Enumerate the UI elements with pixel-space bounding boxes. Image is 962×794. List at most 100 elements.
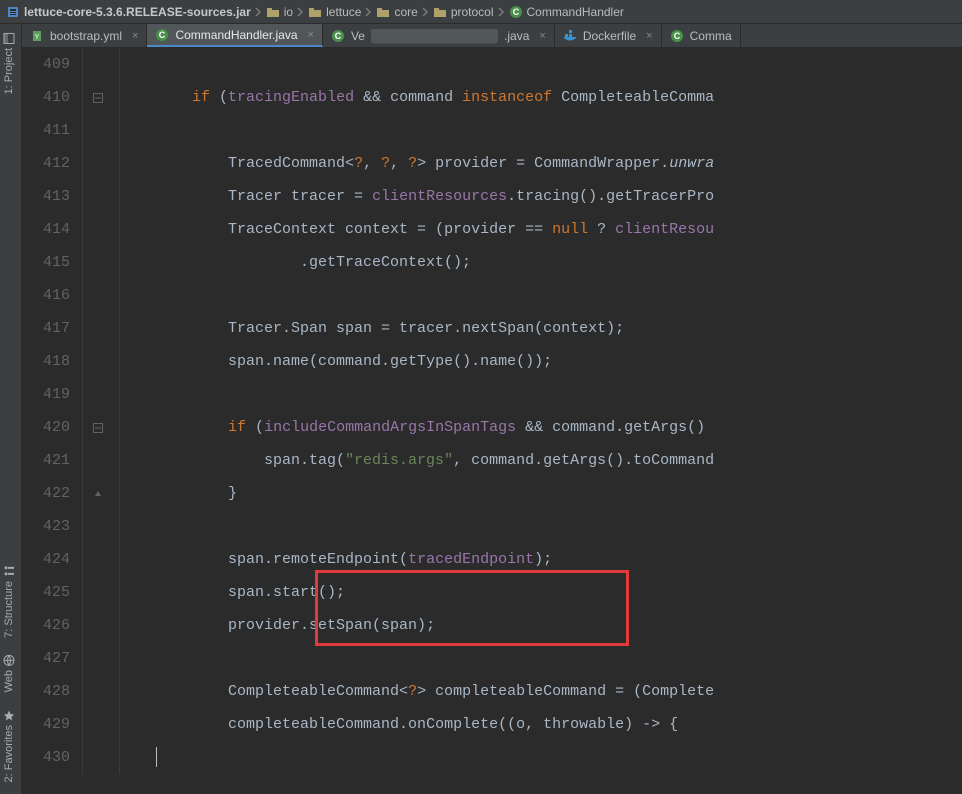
fold-minus-icon[interactable] <box>93 423 103 433</box>
line-number: 429 <box>22 708 82 741</box>
code-line[interactable]: 423 <box>22 510 962 543</box>
text-caret <box>156 747 157 767</box>
project-icon <box>3 32 15 44</box>
code-text: if (tracingEnabled && command instanceof… <box>120 81 714 114</box>
code-line[interactable]: 411 <box>22 114 962 147</box>
code-line[interactable]: 427 <box>22 642 962 675</box>
obscured-text: ██████████████ <box>371 29 498 43</box>
code-line[interactable]: 418 span.name(command.getType().name()); <box>22 345 962 378</box>
fold-gutter[interactable] <box>83 489 113 499</box>
code-line[interactable]: 426 provider.setSpan(span); <box>22 609 962 642</box>
line-number: 427 <box>22 642 82 675</box>
side-tool-structure[interactable]: 7: Structure <box>0 557 18 646</box>
breadcrumb-item[interactable]: lettuce <box>306 5 363 19</box>
code-line[interactable]: 424 span.remoteEndpoint(tracedEndpoint); <box>22 543 962 576</box>
line-number: 422 <box>22 477 82 510</box>
editor-tabs: Ybootstrap.yml×CCommandHandler.java×C Ve █… <box>22 24 962 48</box>
line-number: 410 <box>22 81 82 114</box>
breadcrumb-item[interactable]: CCommandHandler <box>507 5 626 19</box>
breadcrumb-item[interactable]: io <box>264 5 295 19</box>
code-text: completeableCommand.onComplete((o, throw… <box>120 708 678 741</box>
side-tool-label: 7: Structure <box>3 581 15 638</box>
code-line[interactable]: 409 <box>22 48 962 81</box>
side-tool-web[interactable]: Web <box>0 646 18 700</box>
code-line[interactable]: 430 <box>22 741 962 774</box>
breadcrumb-item[interactable]: core <box>374 5 419 19</box>
code-line[interactable]: 415 .getTraceContext(); <box>22 246 962 279</box>
chevron-right-icon <box>365 7 372 17</box>
line-number: 413 <box>22 180 82 213</box>
code-line[interactable]: 429 completeableCommand.onComplete((o, t… <box>22 708 962 741</box>
code-text <box>120 279 228 312</box>
code-line[interactable]: 416 <box>22 279 962 312</box>
side-tool-favorites[interactable]: 2: Favorites <box>0 701 18 790</box>
line-number: 420 <box>22 411 82 444</box>
line-number: 424 <box>22 543 82 576</box>
code-line[interactable]: 421 span.tag("redis.args", command.getAr… <box>22 444 962 477</box>
chevron-right-icon <box>255 7 262 17</box>
breadcrumb: lettuce-core-5.3.6.RELEASE-sources.jar io… <box>0 0 962 24</box>
line-number: 419 <box>22 378 82 411</box>
code-text: provider.setSpan(span); <box>120 609 435 642</box>
code-text <box>120 114 192 147</box>
code-text <box>120 48 192 81</box>
fold-gutter[interactable] <box>83 423 113 433</box>
line-number: 409 <box>22 48 82 81</box>
breadcrumb-label: protocol <box>451 5 494 19</box>
web-icon <box>3 654 15 666</box>
fold-gutter[interactable] <box>83 93 113 103</box>
structure-icon <box>3 565 15 577</box>
code-line[interactable]: 413 Tracer tracer = clientResources.trac… <box>22 180 962 213</box>
fold-minus-icon[interactable] <box>93 93 103 103</box>
editor-tab-label: Ve <box>351 29 365 43</box>
code-line[interactable]: 410 if (tracingEnabled && command instan… <box>22 81 962 114</box>
svg-text:C: C <box>159 30 166 40</box>
line-number: 414 <box>22 213 82 246</box>
code-line[interactable]: 420 if (includeCommandArgsInSpanTags && … <box>22 411 962 444</box>
line-number: 417 <box>22 312 82 345</box>
code-line[interactable]: 417 Tracer.Span span = tracer.nextSpan(c… <box>22 312 962 345</box>
breadcrumb-label: core <box>394 5 417 19</box>
jar-icon <box>6 5 20 19</box>
code-line[interactable]: 428 CompleteableCommand<?> completeableC… <box>22 675 962 708</box>
side-tool-label: Web <box>3 670 15 692</box>
code-line[interactable]: 412 TracedCommand<?, ?, ?> provider = Co… <box>22 147 962 180</box>
line-number: 416 <box>22 279 82 312</box>
code-text: TraceContext context = (provider == null… <box>120 213 714 246</box>
code-text: TracedCommand<?, ?, ?> provider = Comman… <box>120 147 714 180</box>
code-text: span.start(); <box>120 576 345 609</box>
code-editor[interactable]: 409 410 if (tracingEnabled && command in… <box>22 48 962 794</box>
editor-tab[interactable]: CVe██████████████.java× <box>323 24 555 47</box>
svg-text:Y: Y <box>35 34 40 41</box>
docker-icon <box>563 29 577 43</box>
code-line[interactable]: 425 span.start(); <box>22 576 962 609</box>
fold-up-icon[interactable] <box>93 489 103 499</box>
close-tab-icon[interactable]: × <box>539 30 545 42</box>
code-line[interactable]: 419 <box>22 378 962 411</box>
line-number: 425 <box>22 576 82 609</box>
breadcrumb-label: lettuce <box>326 5 361 19</box>
folder-icon <box>266 6 280 18</box>
breadcrumb-item[interactable]: lettuce-core-5.3.6.RELEASE-sources.jar <box>4 5 253 19</box>
folder-icon <box>376 6 390 18</box>
close-tab-icon[interactable]: × <box>132 30 138 42</box>
close-tab-icon[interactable]: × <box>308 29 314 41</box>
close-tab-icon[interactable]: × <box>646 30 652 42</box>
editor-tab[interactable]: CComma <box>662 24 741 47</box>
side-tool-label: 1: Project <box>3 48 15 94</box>
editor-tab[interactable]: Ybootstrap.yml× <box>22 24 147 47</box>
code-line[interactable]: 422 } <box>22 477 962 510</box>
code-text: if (includeCommandArgsInSpanTags && comm… <box>120 411 714 444</box>
editor-tab[interactable]: Dockerfile× <box>555 24 662 47</box>
chevron-right-icon <box>422 7 429 17</box>
code-text <box>120 378 228 411</box>
editor-tab-label: Comma <box>690 29 732 43</box>
line-number: 423 <box>22 510 82 543</box>
code-line[interactable]: 414 TraceContext context = (provider == … <box>22 213 962 246</box>
line-number: 412 <box>22 147 82 180</box>
editor-tab[interactable]: CCommandHandler.java× <box>147 24 323 47</box>
folder-icon <box>433 6 447 18</box>
side-tool-project[interactable]: 1: Project <box>0 24 18 102</box>
breadcrumb-item[interactable]: protocol <box>431 5 496 19</box>
code-text: span.name(command.getType().name()); <box>120 345 552 378</box>
